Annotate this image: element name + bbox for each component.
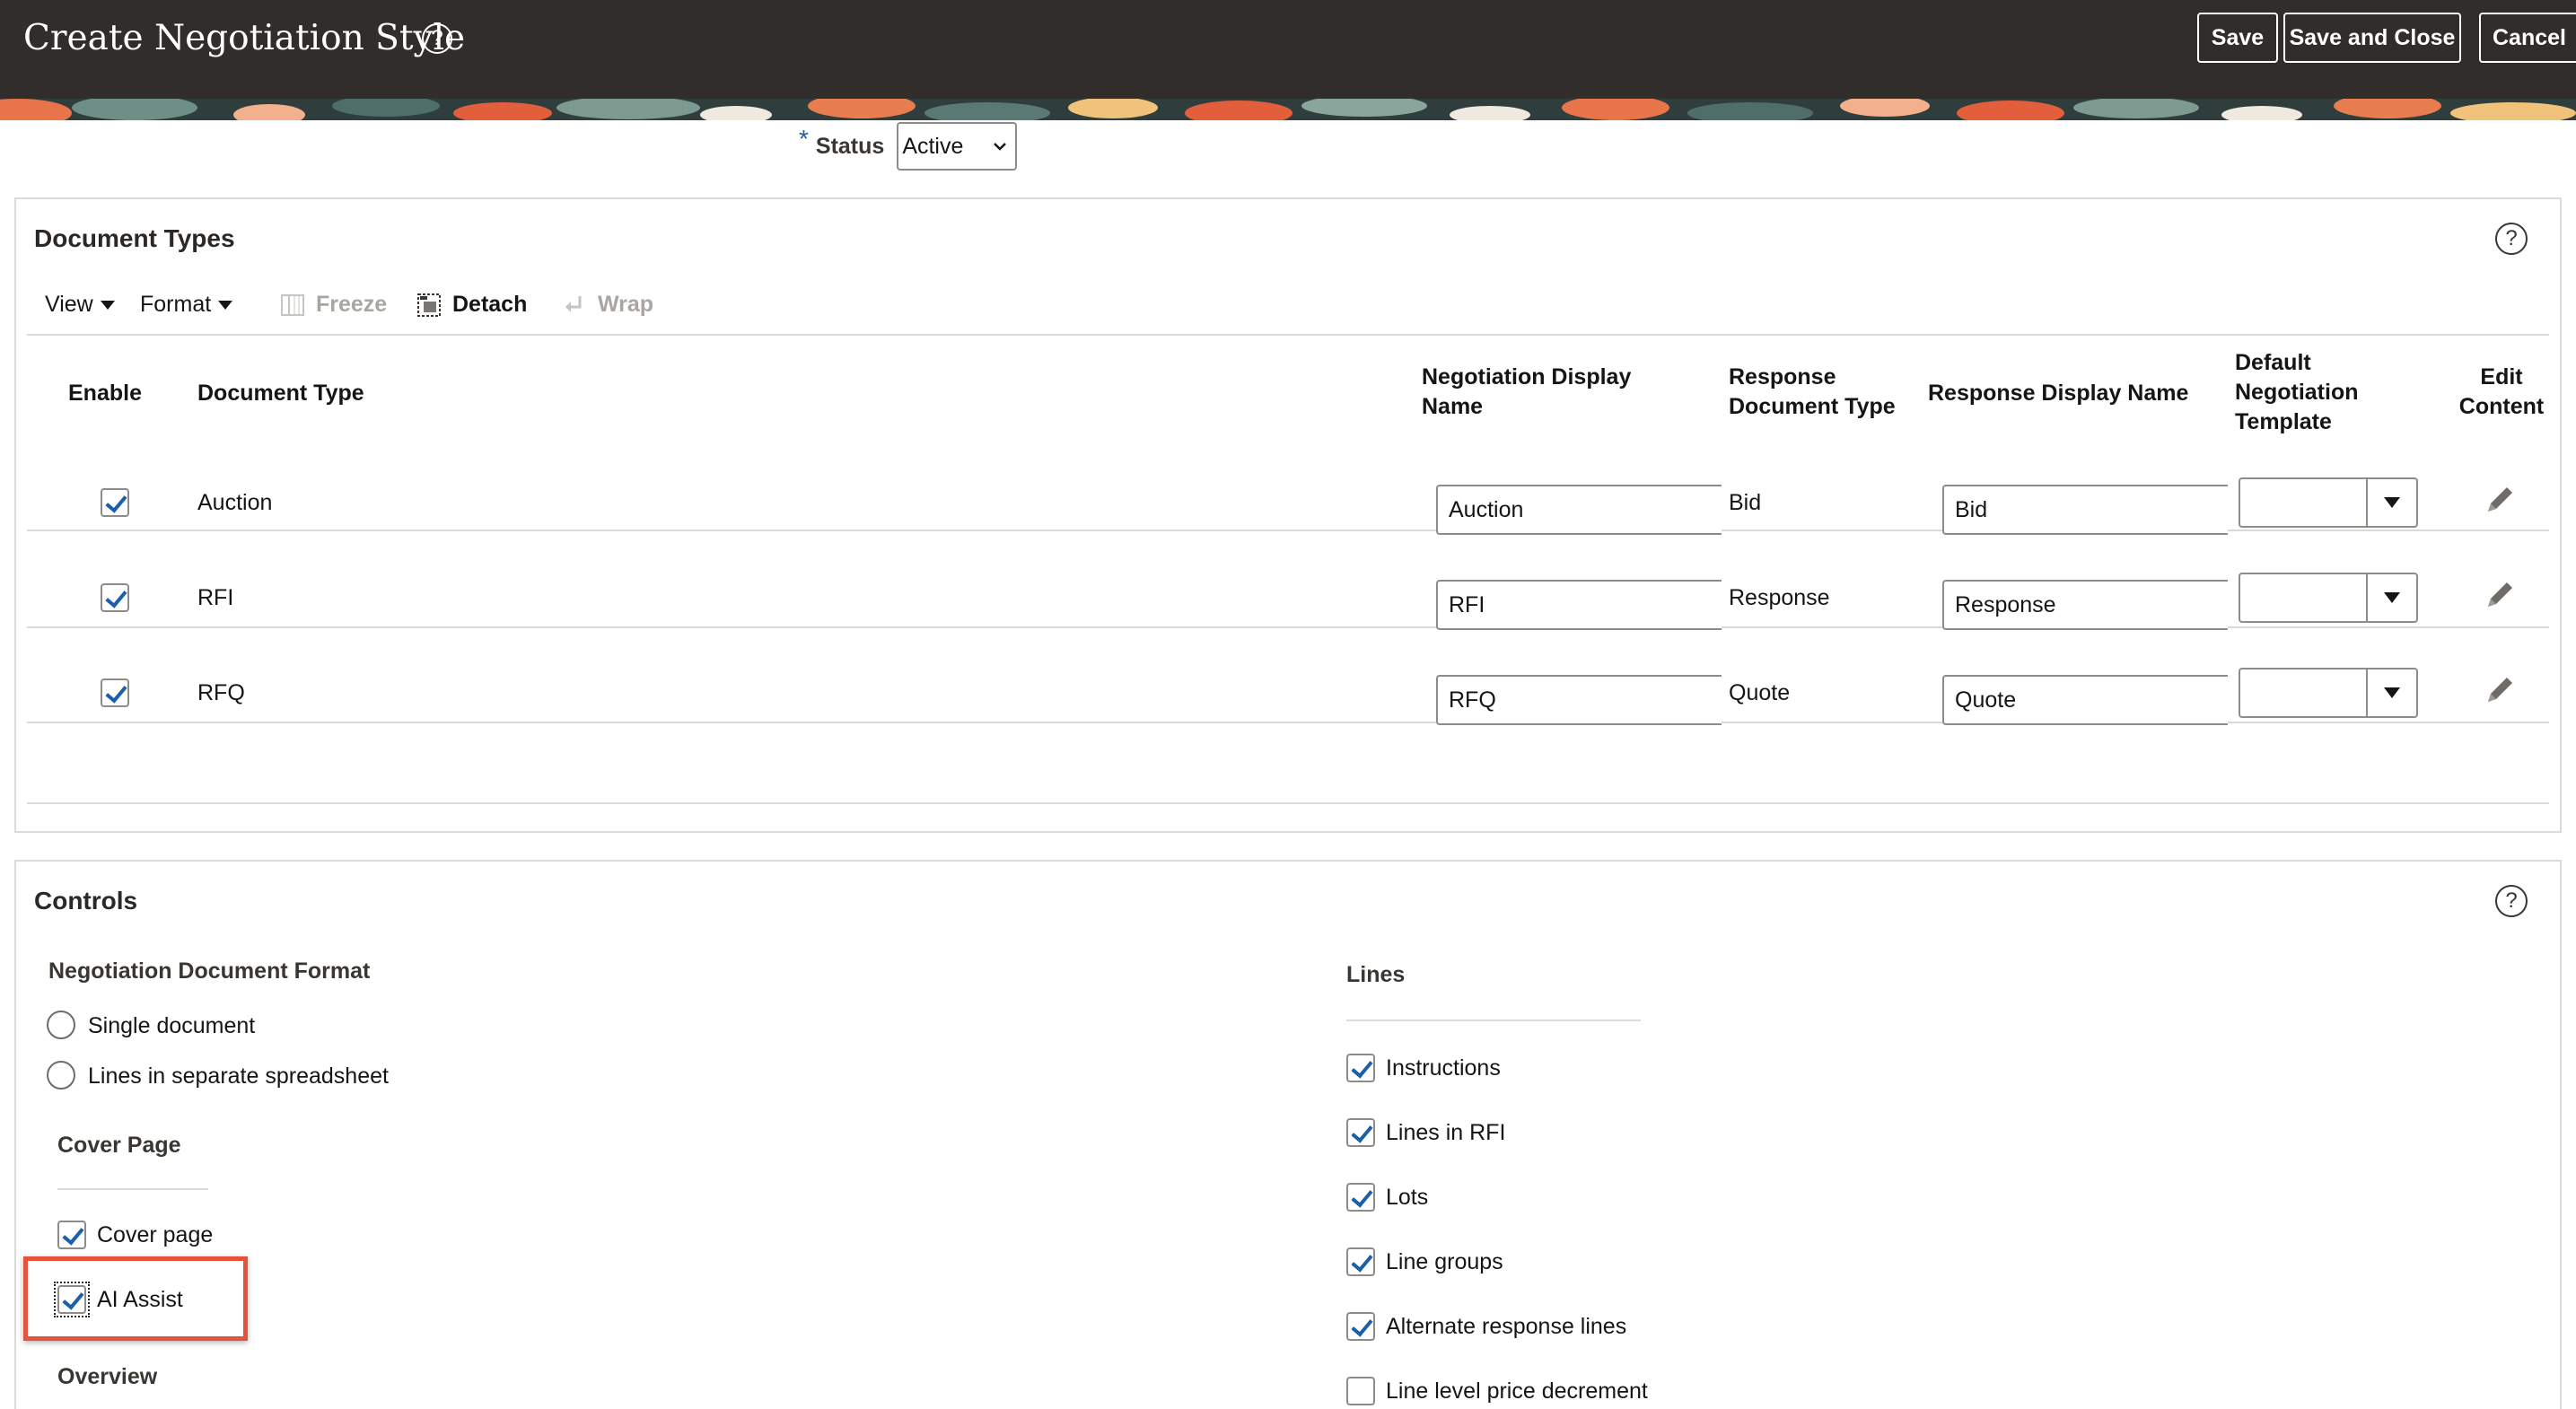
caret-down-icon [2384,592,2400,603]
controls-title: Controls [34,887,138,915]
negotiation-document-format-heading: Negotiation Document Format [48,958,371,984]
table-bottom-border [27,802,2549,804]
response-document-type-cell: Quote [1729,680,1791,705]
status-select[interactable]: Active [897,122,1018,171]
view-menu[interactable]: View [45,292,115,318]
response-display-name-input[interactable]: Quote [1942,675,2228,725]
alternate-response-lines-checkbox[interactable] [1346,1312,1375,1341]
ai-assist-highlight [23,1256,248,1341]
negotiation-display-name-input[interactable]: RFQ [1436,675,1722,725]
question-circle-icon[interactable]: ? [422,23,452,54]
lines-heading: Lines [1346,962,1406,987]
column-header-enable[interactable]: Enable [68,379,142,408]
column-header-response-display-name[interactable]: Response Display Name [1928,379,2215,408]
freeze-label: Freeze [316,292,388,317]
wrap-icon [565,295,582,312]
detach-icon [417,293,441,317]
column-header-negotiation-display-name[interactable]: Negotiation Display Name [1422,363,1673,422]
view-menu-label: View [45,292,93,317]
default-template-combobox[interactable] [2239,668,2418,718]
lines-separate-spreadsheet-radio[interactable] [47,1061,75,1090]
line-level-price-decrement-checkbox[interactable] [1346,1377,1375,1405]
save-and-close-button[interactable]: Save and Close [2283,13,2461,63]
pencil-icon[interactable] [2483,481,2519,517]
negotiation-display-name-input[interactable]: RFI [1436,580,1722,630]
response-display-name-input[interactable]: Bid [1942,485,2228,535]
response-document-type-cell: Bid [1729,490,1762,515]
lines-separate-spreadsheet-label[interactable]: Lines in separate spreadsheet [88,1063,389,1090]
controls-panel: Controls ? Negotiation Document Format S… [14,860,2562,1409]
lines-in-rfi-label[interactable]: Lines in RFI [1386,1120,1505,1146]
required-marker: * [799,125,809,153]
single-document-label[interactable]: Single document [88,1013,255,1039]
line-groups-label[interactable]: Line groups [1386,1249,1503,1275]
section-divider [57,1188,208,1190]
format-menu-label: Format [140,292,212,317]
enable-checkbox[interactable] [101,678,129,707]
document-type-cell: Auction [197,490,273,515]
format-menu[interactable]: Format [140,292,233,318]
alternate-response-lines-label[interactable]: Alternate response lines [1386,1314,1626,1340]
table-divider [27,334,2549,336]
response-display-name-input[interactable]: Response [1942,580,2228,630]
cover-page-checkbox[interactable] [57,1221,86,1249]
pencil-icon[interactable] [2483,671,2519,707]
question-circle-icon[interactable]: ? [2495,223,2528,255]
status-value: Active [902,133,964,159]
page-header: Create Negotiation Style ? Save Save and… [0,0,2576,99]
instructions-label[interactable]: Instructions [1386,1055,1501,1081]
save-button[interactable]: Save [2197,13,2278,63]
instructions-checkbox[interactable] [1346,1054,1375,1082]
document-types-title: Document Types [34,224,235,252]
dropdown-button[interactable] [2366,479,2416,526]
pencil-icon[interactable] [2483,576,2519,612]
detach-label: Detach [452,292,528,317]
column-header-document-type[interactable]: Document Type [197,379,364,408]
section-divider [1346,1020,1641,1021]
cancel-button[interactable]: Cancel [2479,13,2576,63]
status-label: Status [815,133,885,159]
overview-heading: Overview [57,1364,158,1389]
negotiation-display-name-input[interactable]: Auction [1436,485,1722,535]
document-types-panel: Document Types ? View Format Freeze Deta… [14,197,2562,833]
wrap-button[interactable]: Wrap [562,292,653,318]
default-template-combobox[interactable] [2239,477,2418,528]
cover-page-heading: Cover Page [57,1133,181,1158]
chevron-down-icon [994,143,1007,151]
caret-down-icon [2384,687,2400,698]
dropdown-button[interactable] [2366,669,2416,716]
page-title: Create Negotiation Style [23,18,466,58]
cover-page-label[interactable]: Cover page [97,1222,213,1248]
column-header-default-negotiation-template[interactable]: Default Negotiation Template [2235,348,2414,437]
response-document-type-cell: Response [1729,585,1830,610]
question-circle-icon[interactable]: ? [2495,885,2528,917]
header-decoration [0,99,2576,120]
lots-checkbox[interactable] [1346,1183,1375,1212]
freeze-icon [281,293,304,316]
freeze-button[interactable]: Freeze [280,292,387,318]
line-groups-checkbox[interactable] [1346,1247,1375,1276]
column-header-edit-content[interactable]: Edit Content [2452,363,2551,422]
status-field: * Status Active [799,122,1018,171]
lots-label[interactable]: Lots [1386,1185,1428,1211]
enable-checkbox[interactable] [101,488,129,517]
default-template-combobox[interactable] [2239,573,2418,623]
caret-down-icon [218,300,233,310]
document-type-cell: RFI [197,585,234,610]
enable-checkbox[interactable] [101,583,129,612]
line-level-price-decrement-label[interactable]: Line level price decrement [1386,1378,1648,1405]
column-header-response-document-type[interactable]: Response Document Type [1729,363,1917,422]
document-type-cell: RFQ [197,680,245,705]
wrap-label: Wrap [598,292,654,317]
lines-in-rfi-checkbox[interactable] [1346,1118,1375,1147]
dropdown-button[interactable] [2366,574,2416,621]
single-document-radio[interactable] [47,1011,75,1039]
caret-down-icon [2384,497,2400,508]
caret-down-icon [100,300,115,310]
detach-button[interactable]: Detach [416,292,527,318]
